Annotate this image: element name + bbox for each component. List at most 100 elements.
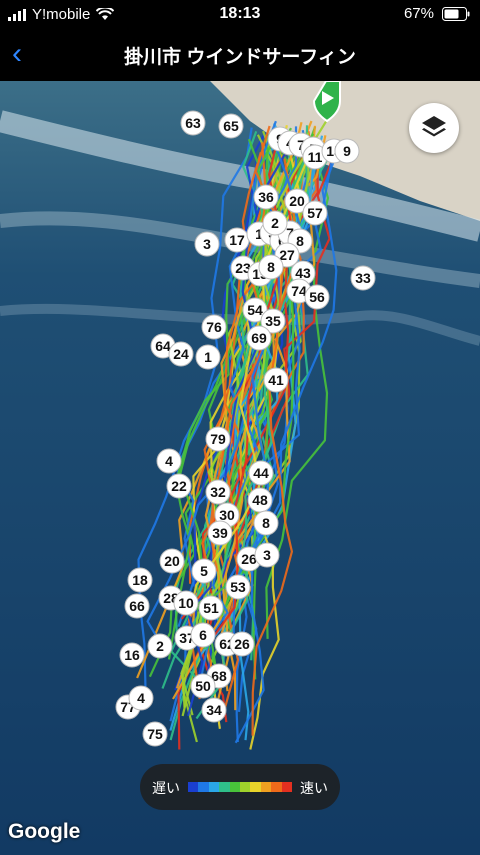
lap-marker[interactable]: 36 <box>253 184 279 210</box>
lap-marker-label: 63 <box>185 115 201 131</box>
lap-marker-label: 4 <box>137 690 145 706</box>
lap-marker-label: 54 <box>247 302 263 318</box>
lap-marker[interactable]: 50 <box>190 673 216 699</box>
layers-icon <box>422 116 446 137</box>
lap-marker-label: 48 <box>252 492 268 508</box>
map-view[interactable]: 6365947511159362057317156782231543273387… <box>0 81 480 855</box>
lap-marker-label: 51 <box>203 600 219 616</box>
lap-marker[interactable]: 33 <box>350 265 376 291</box>
lap-marker-label: 75 <box>147 726 163 742</box>
lap-marker-label: 11 <box>308 149 323 165</box>
legend-swatch <box>229 782 241 792</box>
lap-marker[interactable]: 66 <box>124 593 150 619</box>
lap-marker[interactable]: 51 <box>198 595 224 621</box>
lap-marker[interactable]: 56 <box>304 284 330 310</box>
lap-marker-label: 32 <box>210 484 226 500</box>
lap-marker[interactable]: 2 <box>147 633 173 659</box>
lap-marker-label: 36 <box>258 189 274 205</box>
lap-marker[interactable]: 41 <box>263 367 289 393</box>
lap-marker-label: 50 <box>195 678 211 694</box>
lap-marker[interactable]: 24 <box>168 341 194 367</box>
battery-percent: 67% <box>403 5 434 22</box>
lap-marker[interactable]: 63 <box>180 110 206 136</box>
lap-marker-label: 79 <box>210 431 226 447</box>
lap-marker-label: 57 <box>307 205 323 221</box>
lap-marker[interactable]: 76 <box>201 314 227 340</box>
lap-marker[interactable]: 26 <box>229 631 255 657</box>
legend-swatch <box>250 782 261 792</box>
lap-marker[interactable]: 8 <box>258 254 284 280</box>
lap-marker-label: 5 <box>200 563 208 579</box>
lap-marker[interactable]: 75 <box>142 721 168 747</box>
lap-marker[interactable]: 34 <box>201 697 227 723</box>
legend-swatch <box>188 782 199 792</box>
lap-marker[interactable]: 44 <box>248 460 274 486</box>
lap-marker[interactable]: 9 <box>334 138 360 164</box>
legend-swatch <box>260 782 272 792</box>
page-title: 掛川市 ウインドサーフィン <box>124 47 356 68</box>
lap-marker[interactable]: 10 <box>173 590 199 616</box>
legend-swatch <box>208 782 220 792</box>
lap-marker[interactable]: 3 <box>254 542 280 568</box>
lap-marker-label: 53 <box>230 579 246 595</box>
layers-button[interactable] <box>409 103 459 153</box>
lap-marker-label: 3 <box>203 236 211 252</box>
lap-marker-label: 39 <box>212 525 228 541</box>
lap-marker-label: 22 <box>171 478 187 494</box>
battery-icon <box>442 6 470 21</box>
lap-marker-label: 18 <box>132 572 148 588</box>
lap-marker-label: 1 <box>204 349 212 365</box>
lap-marker[interactable]: 6 <box>190 622 216 648</box>
lap-marker-label: 8 <box>262 515 270 531</box>
legend-swatch <box>240 782 251 792</box>
lap-marker[interactable]: 22 <box>166 473 192 499</box>
lap-marker[interactable]: 3 <box>194 231 220 257</box>
lap-marker[interactable]: 2 <box>262 210 288 236</box>
lap-marker-label: 2 <box>271 215 279 231</box>
lap-marker[interactable]: 65 <box>218 113 244 139</box>
lap-marker[interactable]: 4 <box>128 685 154 711</box>
satellite-map[interactable]: 6365947511159362057317156782231543273387… <box>0 81 480 855</box>
lap-marker[interactable]: 48 <box>247 487 273 513</box>
lap-marker[interactable]: 69 <box>246 325 272 351</box>
lap-marker-label: 6 <box>199 627 207 643</box>
lap-marker-label: 64 <box>155 338 171 354</box>
lap-marker[interactable]: 16 <box>119 642 145 668</box>
lap-marker[interactable]: 79 <box>205 426 231 452</box>
lap-marker[interactable]: 1 <box>195 344 221 370</box>
lap-marker[interactable]: 32 <box>205 479 231 505</box>
lap-marker-label: 69 <box>251 330 267 346</box>
legend-swatch <box>271 782 282 792</box>
lap-marker[interactable]: 5 <box>191 558 217 584</box>
lap-marker-label: 10 <box>178 595 194 611</box>
lap-marker-label: 4 <box>165 453 173 469</box>
lap-marker-label: 34 <box>206 702 222 718</box>
lap-marker-label: 56 <box>309 289 325 305</box>
lap-marker-label: 41 <box>268 372 284 388</box>
lap-marker-label: 16 <box>124 647 140 663</box>
lap-marker[interactable]: 4 <box>156 448 182 474</box>
legend-swatch <box>219 782 230 792</box>
lap-marker-label: 17 <box>229 232 245 248</box>
lap-marker-label: 26 <box>234 636 250 652</box>
lap-marker[interactable]: 18 <box>127 567 153 593</box>
lap-marker-label: 44 <box>253 465 269 481</box>
lap-marker-label: 76 <box>206 319 222 335</box>
nav-bar: ‹ 掛川市 ウインドサーフィン <box>0 30 480 80</box>
google-attribution: Google <box>8 820 81 843</box>
lap-marker[interactable]: 17 <box>224 227 250 253</box>
lap-marker-label: 35 <box>265 313 281 329</box>
lap-marker-label: 30 <box>219 507 235 523</box>
lap-marker[interactable]: 57 <box>302 200 328 226</box>
legend-slow-label: 遅い <box>152 780 180 796</box>
lap-marker-label: 20 <box>289 193 305 209</box>
lap-marker-label: 8 <box>267 259 275 275</box>
lap-marker-label: 24 <box>173 346 189 362</box>
lap-marker-label: 66 <box>129 598 145 614</box>
lap-marker[interactable]: 20 <box>159 548 185 574</box>
lap-marker[interactable]: 8 <box>253 510 279 536</box>
lap-marker-label: 3 <box>263 547 271 563</box>
legend-color-scale <box>188 782 293 792</box>
lap-marker[interactable]: 39 <box>207 520 233 546</box>
lap-marker[interactable]: 53 <box>225 574 251 600</box>
